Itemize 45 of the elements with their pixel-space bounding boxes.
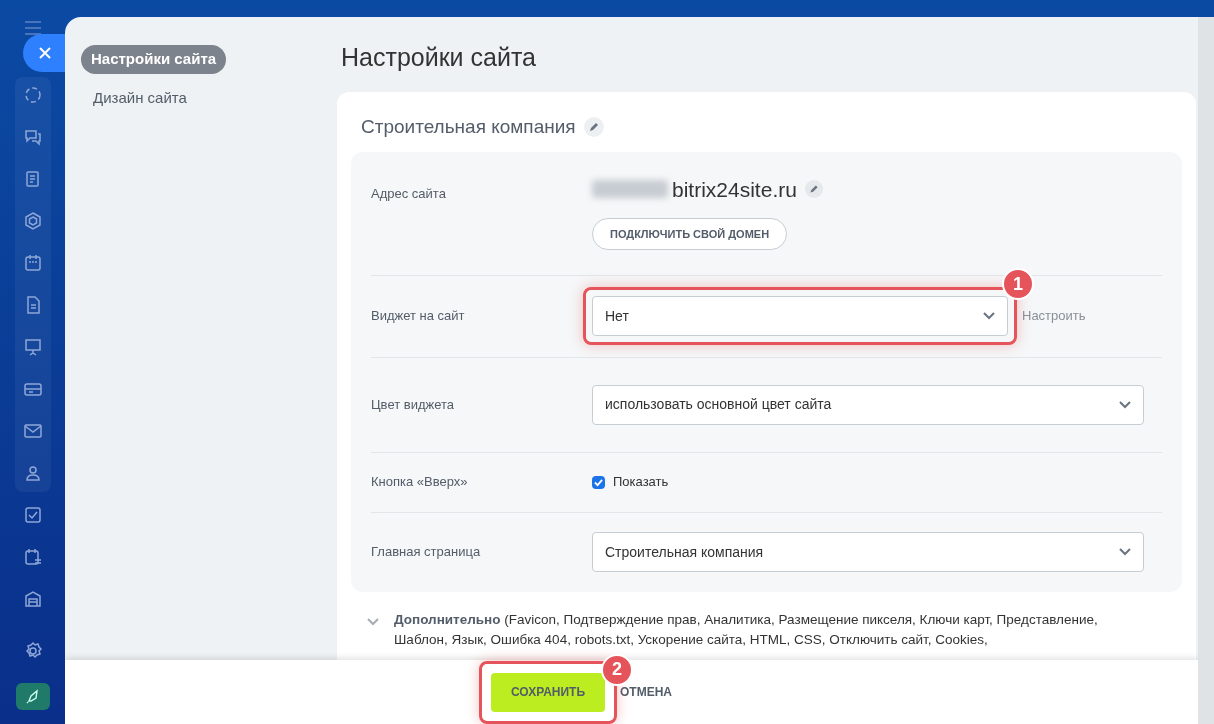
field-label: Главная страница bbox=[371, 543, 482, 562]
dropdown-value: использовать основной цвет сайта bbox=[605, 395, 832, 414]
chevron-icon bbox=[1119, 400, 1131, 409]
chevron-icon bbox=[983, 312, 995, 320]
field-label: Цвет виджета bbox=[371, 395, 456, 414]
chat-icon[interactable] bbox=[23, 127, 43, 147]
dropdown-value: Нет bbox=[605, 306, 629, 326]
hexagon-icon[interactable] bbox=[23, 211, 43, 231]
connect-domain-button[interactable]: ПОДКЛЮЧИТЬ СВОЙ ДОМЕН bbox=[592, 218, 788, 250]
site-domain: bitrix24site.ru bbox=[672, 176, 797, 203]
checkbox[interactable] bbox=[592, 475, 605, 489]
cancel-button[interactable]: ОТМЕНА bbox=[620, 683, 672, 701]
field-label: Виджет на сайт bbox=[371, 307, 466, 326]
chevron-icon[interactable] bbox=[367, 617, 379, 626]
field-label: Адрес сайта bbox=[371, 184, 447, 203]
close-button[interactable] bbox=[23, 34, 67, 72]
warehouse-icon[interactable] bbox=[23, 589, 43, 609]
presentation-icon[interactable] bbox=[23, 337, 43, 357]
scrollbar[interactable] bbox=[1198, 17, 1214, 724]
settings-icon[interactable] bbox=[23, 641, 43, 661]
dropdown-field[interactable]: Нет bbox=[592, 296, 1008, 336]
schedule-icon[interactable] bbox=[23, 547, 43, 567]
edit-icon[interactable] bbox=[583, 117, 604, 138]
rocket-button[interactable] bbox=[16, 683, 50, 710]
edit-icon[interactable] bbox=[804, 180, 823, 199]
circle-dots-icon[interactable] bbox=[23, 85, 43, 105]
calendar-icon[interactable] bbox=[23, 253, 43, 273]
dropdown-field[interactable]: Строительная компания bbox=[592, 532, 1144, 572]
close-icon bbox=[39, 47, 51, 59]
step-badge: 1 bbox=[1002, 268, 1034, 300]
nav-item[interactable]: Настройки сайта bbox=[81, 45, 227, 74]
mail-icon[interactable] bbox=[23, 421, 43, 441]
people-icon[interactable] bbox=[23, 463, 43, 483]
field-label: Кнопка «Вверх» bbox=[371, 473, 469, 492]
nav-item[interactable]: Дизайн сайта bbox=[81, 83, 199, 112]
chevron-icon bbox=[1119, 548, 1131, 556]
checkbox-icon[interactable] bbox=[23, 505, 43, 525]
save-button[interactable]: СОХРАНИТЬ bbox=[491, 672, 605, 712]
menu-icon[interactable] bbox=[24, 21, 42, 35]
site-name: Строительная компания bbox=[361, 115, 576, 139]
checkbox-label: Показать bbox=[613, 473, 669, 492]
dropdown-field[interactable]: использовать основной цвет сайта bbox=[592, 384, 1144, 425]
additional-settings-text[interactable]: Дополнительно (Favicon, Подтверждение прав, Аналитика, Размещение пикселя, Ключи карт, Представление, Шаблон, Язык, Ошибка 404, robots.txt, Ускорение сайта, HTML, CSS, Отключить сайт, Cookies, bbox=[394, 609, 1134, 650]
dropdown-value: Строительная компания bbox=[605, 542, 764, 562]
page-title: Настройки сайта bbox=[340, 42, 537, 73]
